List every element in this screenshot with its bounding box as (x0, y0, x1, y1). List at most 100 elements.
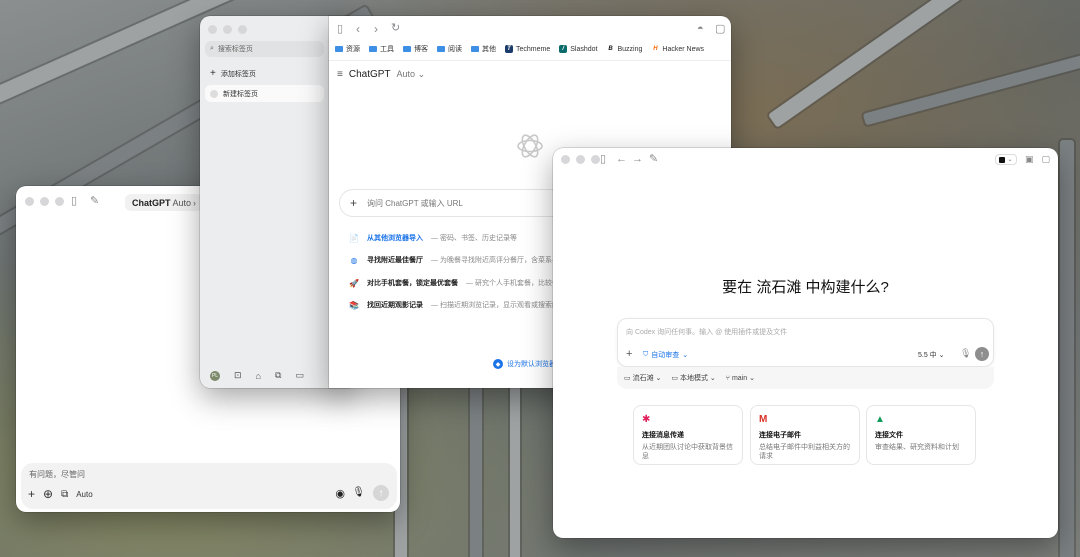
suggestion-restaurants[interactable]: ◍ 寻找附近最佳餐厅 — 为晚餐寻找附近高评分餐厅，含菜系与 (349, 255, 559, 265)
send-button[interactable]: ↑ (373, 485, 389, 501)
tabs-icon[interactable]: ⧉ (275, 370, 281, 381)
plus-icon: + (210, 68, 216, 79)
plus-icon[interactable]: + (350, 196, 357, 210)
avatar[interactable]: PL (210, 370, 220, 381)
composer-placeholder[interactable]: 有问题，尽管问 (29, 469, 85, 480)
tab-search-input[interactable]: ⌕ 搜索标签页 (205, 41, 324, 57)
tab-search-placeholder: 搜索标签页 (217, 46, 253, 53)
suggestion-import[interactable]: 📄 从其他浏览器导入 — 密码、书签、历史记录等 (349, 233, 517, 243)
back-icon[interactable]: ← (616, 154, 627, 165)
model-label: 5.5 中 (918, 352, 937, 359)
zoom-button[interactable] (591, 155, 600, 164)
panel-icon[interactable]: ▢ (1041, 154, 1050, 165)
bookmark-folder-resources[interactable]: 资源 (335, 44, 360, 54)
menu-icon[interactable]: ≡ (337, 69, 343, 80)
plus-icon[interactable]: + (626, 348, 632, 360)
model-dropdown[interactable]: 5.5 中 ⌄ (918, 350, 945, 360)
window-controls[interactable] (561, 155, 600, 164)
bookmark-slashdot[interactable]: / Slashdot (559, 44, 597, 54)
folder-icon (335, 46, 343, 52)
project-selector[interactable]: ▭ 流石滩 ⌄ (624, 373, 661, 383)
page-title: ChatGPT (348, 69, 391, 80)
close-button[interactable] (561, 155, 570, 164)
window-controls[interactable] (208, 25, 247, 34)
codex-prompt-box[interactable]: 向 Codex 询问任何事。输入 @ 使用插件或提及文件 + ⛉ 自动审查 ⌄ … (617, 318, 994, 367)
branch-selector[interactable]: ⑂ main ⌄ (726, 374, 755, 382)
incognito-icon[interactable]: ◓ (697, 24, 704, 35)
mode-selector[interactable]: ▭ 本地模式 ⌄ (671, 373, 715, 383)
forward-icon[interactable]: → (632, 154, 643, 165)
sidebar-item-new-tab[interactable]: 新建标签页 (205, 85, 324, 102)
zoom-button[interactable] (238, 25, 247, 34)
suggestion-phone-plans[interactable]: 🚀 对比手机套餐，锁定最优套餐 — 研究个人手机套餐，比较价 (349, 278, 559, 288)
reload-icon[interactable]: ↻ (391, 23, 400, 34)
close-button[interactable] (208, 25, 217, 34)
bookmark-hacker-news[interactable]: H Hacker News (651, 44, 704, 54)
microphone-icon[interactable]: 🎙 (960, 348, 971, 359)
chevron-down-icon: ⌄ (1007, 157, 1013, 163)
new-chat-icon[interactable]: ✎ (90, 196, 99, 207)
zoom-button[interactable] (55, 197, 64, 206)
bookmark-label: Techmeme (516, 45, 551, 53)
close-button[interactable] (25, 197, 34, 206)
plus-icon[interactable]: + (28, 487, 35, 501)
bookmark-folder-reading[interactable]: 阅读 (437, 44, 462, 54)
model-switcher[interactable]: Auto ⌄ (397, 69, 426, 80)
new-task-icon[interactable]: ✎ (649, 154, 658, 165)
window-controls[interactable] (25, 197, 64, 206)
omnibox-placeholder[interactable]: 询问 ChatGPT 或输入 URL (367, 198, 463, 209)
suggestion-desc: — 密码、书签、历史记录等 (431, 235, 517, 242)
library-icon[interactable]: ▭ (295, 370, 304, 381)
prompt-context-bar: ▭ 流石滩 ⌄ ▭ 本地模式 ⌄ ⑂ main ⌄ (617, 367, 994, 389)
send-button[interactable]: ↑ (975, 347, 989, 361)
chevron-down-icon: ⌄ (417, 69, 426, 79)
model-switcher[interactable]: ChatGPT Auto › (125, 194, 204, 211)
sidebar-toggle-icon[interactable]: ▯ (337, 24, 343, 35)
slack-icon: ✱ (642, 414, 651, 425)
bookmark-techmeme[interactable]: T Techmeme (505, 44, 550, 54)
suggestion-title: 对比手机套餐，锁定最优套餐 (367, 280, 458, 287)
agent-icon[interactable]: ⌂ (256, 371, 261, 381)
approval-mode-dropdown[interactable]: ⛉ 自动审查 ⌄ (643, 350, 688, 360)
folder-icon: ▭ (624, 375, 631, 382)
prompt-placeholder[interactable]: 向 Codex 询问任何事。输入 @ 使用插件或提及文件 (626, 327, 787, 337)
bookmark-folder-blogs[interactable]: 博客 (403, 44, 428, 54)
bookmark-label: 工具 (380, 46, 394, 53)
globe-icon[interactable]: ⊕ (43, 487, 53, 501)
gmail-icon: M (759, 414, 768, 425)
diff-icon[interactable]: ▣ (1025, 154, 1034, 165)
back-icon[interactable]: ‹ (356, 23, 360, 35)
environment-selector[interactable]: ⌄ (994, 154, 1017, 165)
shield-icon[interactable]: ▢ (715, 24, 725, 35)
microphone-icon[interactable]: 🎙 (352, 487, 365, 498)
forward-icon[interactable]: › (374, 23, 378, 35)
bag-icon[interactable]: ⊡ (234, 370, 242, 381)
branch-icon: ⑂ (725, 375, 730, 382)
set-default-browser-button[interactable]: ◆ 设为默认浏览器 (493, 359, 556, 369)
sidebar-toggle-icon[interactable]: ▯ (71, 196, 77, 207)
minimize-button[interactable] (576, 155, 585, 164)
suggestion-desc: — 扫描近期浏览记录，显示观看或搜索的 (431, 302, 559, 309)
card-title: 连接文件 (875, 432, 903, 439)
voice-mode-icon[interactable]: ◉ (335, 487, 345, 500)
bookmark-buzzing[interactable]: B Buzzing (606, 44, 642, 54)
chat-composer[interactable]: 有问题，尽管问 + ⊕ ⧉ Auto ◉ 🎙 ↑ (21, 463, 397, 509)
bookmark-label: 其他 (482, 46, 496, 53)
connect-email-card[interactable]: M 连接电子邮件 总结电子邮件中利益相关方的请求 (750, 405, 860, 465)
auto-mode-label[interactable]: Auto (76, 490, 92, 499)
minimize-button[interactable] (40, 197, 49, 206)
bookmark-folder-other[interactable]: 其他 (471, 44, 496, 54)
mode-name: 本地模式 (679, 375, 708, 382)
minimize-button[interactable] (223, 25, 232, 34)
suggestion-watch-history[interactable]: 📚 找回近期观影记录 — 扫描近期浏览记录，显示观看或搜索的 (349, 300, 559, 310)
connect-files-card[interactable]: ▲ 连接文件 审查结果、研究资料和计划 (866, 405, 976, 465)
bookmark-label: 资源 (346, 46, 360, 53)
connect-messaging-card[interactable]: ✱ 连接消息传递 从近期团队讨论中获取背景信息 (633, 405, 743, 465)
bookmark-folder-tools[interactable]: 工具 (369, 44, 394, 54)
sidebar-item-add-tab[interactable]: + 添加标签页 (205, 65, 324, 82)
bookmark-label: Slashdot (570, 45, 598, 53)
sidebar-toggle-icon[interactable]: ▯ (600, 154, 606, 165)
model-name: Auto (396, 69, 416, 79)
tools-icon[interactable]: ⧉ (61, 489, 68, 500)
bookmark-label: 博客 (414, 46, 428, 53)
